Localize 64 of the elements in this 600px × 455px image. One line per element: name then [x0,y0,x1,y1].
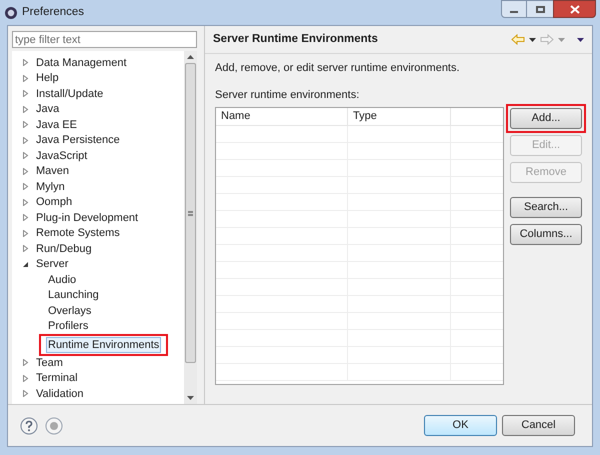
record-icon[interactable] [45,416,63,434]
minimize-button[interactable] [501,0,527,18]
tree-item[interactable]: JavaScript [34,148,90,164]
dialog-button[interactable]: OK [424,415,497,436]
collapsed-triangle-icon[interactable] [22,230,29,237]
tree-item[interactable]: Team [34,354,65,371]
tree-item[interactable]: Audio [46,272,78,288]
column-header[interactable]: Name [216,108,348,125]
column-header[interactable]: Type [348,108,451,125]
tree-item[interactable]: Server [34,256,70,272]
collapsed-triangle-icon[interactable] [22,245,29,252]
tree-item[interactable]: Plug-in Development [34,210,140,226]
dialog-button[interactable]: Cancel [502,415,575,436]
scroll-down-icon[interactable] [187,396,194,400]
caret-icon[interactable] [529,38,536,42]
help-icon[interactable] [20,416,38,434]
collapsed-triangle-icon[interactable] [22,90,29,98]
collapsed-triangle-icon[interactable] [22,183,29,190]
collapsed-triangle-icon[interactable] [22,390,29,398]
collapsed-triangle-icon[interactable] [22,152,29,160]
tree-item[interactable]: Profilers [46,318,90,334]
collapsed-triangle-icon[interactable] [22,359,29,366]
collapsed-triangle-icon[interactable] [22,106,29,113]
tree-item[interactable]: Terminal [34,370,80,386]
expanded-triangle-icon[interactable] [22,260,29,268]
tree-item[interactable]: Maven [34,163,72,180]
tree-item[interactable]: Remote Systems [34,225,122,242]
collapsed-triangle-icon[interactable] [22,74,29,82]
tree-item[interactable]: Java [34,101,62,118]
side-button[interactable]: Add... [510,108,582,129]
collapsed-triangle-icon[interactable] [22,168,29,175]
page-description: Add, remove, or edit server runtime environments. [215,61,461,76]
maximize-button[interactable] [527,0,553,18]
tree-item[interactable]: Validation [34,386,86,402]
tree-item[interactable]: Java Persistence [34,132,122,148]
tree-item[interactable]: Install/Update [34,86,106,102]
page-title: Server Runtime Environments [213,32,378,47]
collapsed-triangle-icon[interactable] [22,59,29,66]
side-button[interactable]: Search... [510,197,582,218]
collapsed-triangle-icon[interactable] [22,121,29,128]
scroll-up-icon[interactable] [187,55,194,59]
tree-item[interactable]: Overlays [46,302,94,319]
window-title: Preferences [22,4,84,20]
table-label: Server runtime environments: [215,88,360,102]
tree-item[interactable]: Data Management [34,54,128,71]
tree-item[interactable]: Java EE [34,116,79,133]
close-button[interactable] [553,0,596,18]
tree-item[interactable]: Runtime Environments [46,336,162,352]
tree-item[interactable]: Mylyn [34,178,67,195]
scrollbar-thumb[interactable] [185,63,196,363]
scrollbar[interactable] [184,51,197,404]
app-icon [4,6,18,20]
side-button[interactable]: Columns... [510,224,582,245]
close-icon[interactable] [570,4,580,14]
tree-item[interactable]: Help [34,70,61,86]
filter-field[interactable]: type filter text [12,31,197,48]
collapsed-triangle-icon[interactable] [22,374,29,382]
tree-item[interactable]: Launching [46,287,101,304]
tree-item[interactable]: Oomph [34,194,74,210]
collapsed-triangle-icon[interactable] [22,198,29,206]
collapsed-triangle-icon[interactable] [22,136,29,144]
tree-item[interactable]: Run/Debug [34,240,94,257]
collapsed-triangle-icon[interactable] [22,214,29,222]
caret-icon[interactable] [577,38,584,42]
